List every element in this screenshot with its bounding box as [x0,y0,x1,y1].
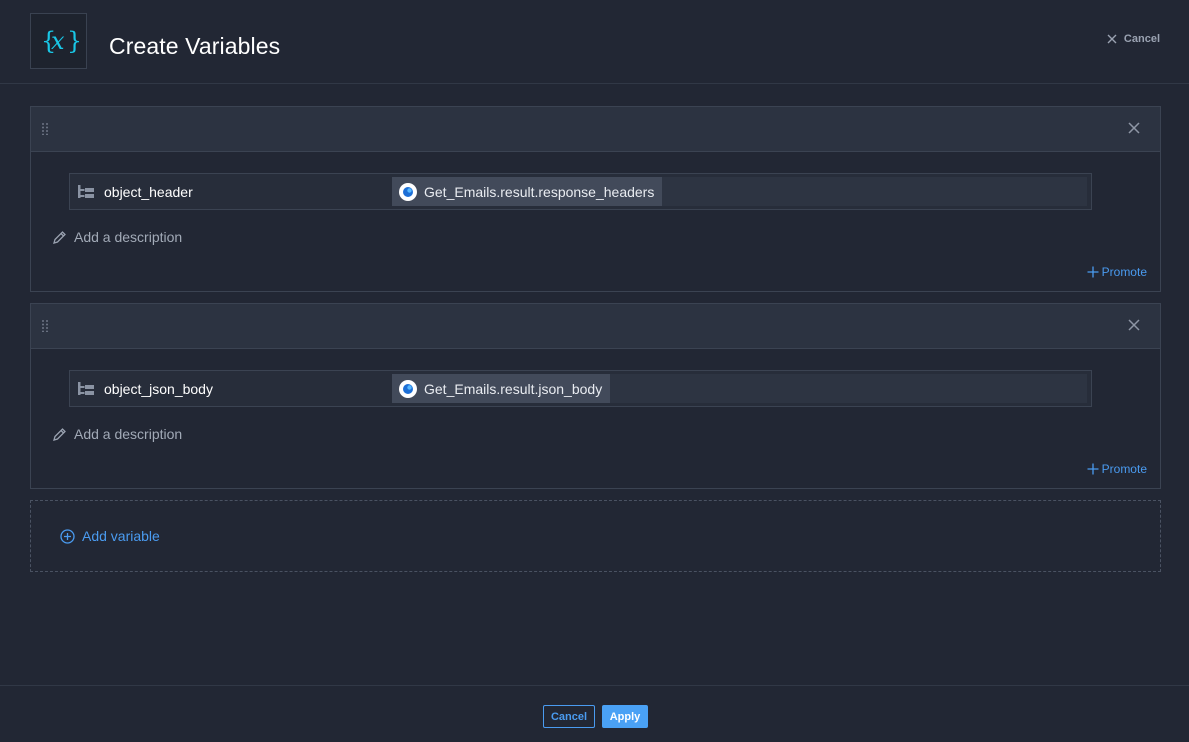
dialog-header: { x } Create Variables Cancel [0,0,1189,84]
svg-text:x: x [51,27,65,55]
variable-name-field[interactable]: object_json_body [104,381,213,397]
integration-logo-icon [399,379,417,398]
page-title: Create Variables [109,33,281,59]
value-reference-chip[interactable]: Get_Emails.result.json_body [392,374,611,403]
pencil-icon [53,230,66,244]
header-cancel-button[interactable]: Cancel [1107,33,1160,45]
header-cancel-label: Cancel [1123,33,1160,45]
variables-logo-icon: { x } [30,13,87,69]
promote-button[interactable]: Promote [1087,265,1147,279]
cancel-button[interactable]: Cancel [543,705,595,728]
object-tree-icon [78,382,94,395]
apply-button[interactable]: Apply [602,705,648,728]
variable-card-header [31,304,1160,349]
variable-card-header [31,107,1160,152]
remove-variable-close-icon[interactable] [1128,319,1140,331]
variable-card: object_json_body Get_Emails.result.json_… [30,303,1161,489]
remove-variable-close-icon[interactable] [1128,122,1140,134]
add-circle-icon [60,528,75,544]
variable-value-field[interactable]: Get_Emails.result.json_body [392,374,1087,403]
value-reference-text: Get_Emails.result.json_body [424,380,603,397]
add-description-label: Add a description [74,426,183,442]
variable-row: object_json_body Get_Emails.result.json_… [69,370,1092,407]
close-icon [1107,34,1117,44]
promote-label: Promote [1101,265,1147,279]
dialog-footer: Cancel Apply [0,685,1189,742]
integration-logo-icon [399,182,417,201]
add-description-button[interactable]: Add a description [52,426,182,442]
plus-icon [1087,463,1099,475]
add-description-label: Add a description [74,229,183,245]
add-variable-button[interactable]: Add variable [60,528,160,544]
object-tree-icon [78,185,94,198]
add-variable-area: Add variable [30,500,1161,572]
pencil-icon [53,427,66,441]
value-reference-text: Get_Emails.result.response_headers [424,183,655,200]
add-variable-label: Add variable [82,528,160,544]
variable-value-field[interactable]: Get_Emails.result.response_headers [392,177,1087,206]
promote-button[interactable]: Promote [1087,462,1147,476]
value-reference-chip[interactable]: Get_Emails.result.response_headers [392,177,663,206]
promote-label: Promote [1101,462,1147,476]
svg-text:}: } [67,27,79,55]
variable-name-field[interactable]: object_header [104,184,193,200]
variable-row: object_header Get_Emails.result.response… [69,173,1092,210]
add-description-button[interactable]: Add a description [52,229,182,245]
drag-handle-icon[interactable] [42,320,48,332]
plus-icon [1087,266,1099,278]
drag-handle-icon[interactable] [42,123,48,135]
variable-card: object_header Get_Emails.result.response… [30,106,1161,292]
